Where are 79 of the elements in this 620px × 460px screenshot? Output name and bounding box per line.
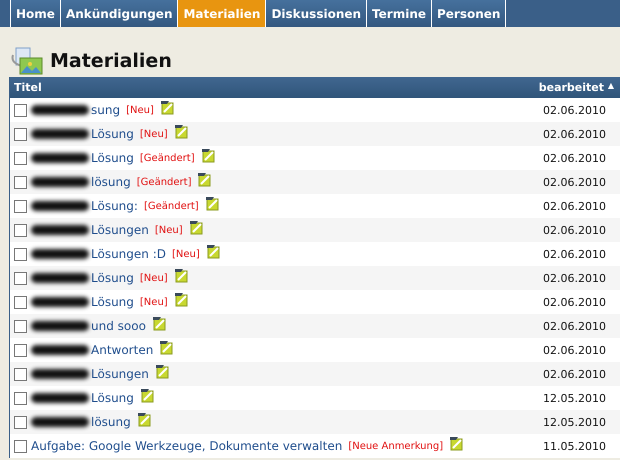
date-cell: 02.06.2010 [543, 296, 606, 308]
date-cell: 12.05.2010 [543, 392, 606, 404]
edit-icon[interactable] [152, 316, 167, 330]
status-tag: [Neu] [140, 296, 168, 308]
date-cell: 02.06.2010 [543, 200, 606, 212]
nav-tab[interactable]: Personen [432, 0, 506, 27]
material-link[interactable]: Aufgabe: Google Werkzeuge, Dokumente verwalten [31, 439, 342, 453]
column-header[interactable]: Titel [14, 81, 42, 94]
date-cell: 02.06.2010 [543, 272, 606, 284]
checkbox[interactable] [14, 344, 27, 356]
date-cell: 02.06.2010 [543, 320, 606, 332]
edit-icon[interactable] [200, 148, 216, 162]
material-link[interactable]: Antworten [91, 343, 154, 357]
checkbox[interactable] [14, 248, 27, 260]
checkbox[interactable] [14, 416, 27, 428]
status-tag: [Geändert] [144, 200, 199, 212]
date-cell: 12.05.2010 [543, 416, 606, 428]
checkbox[interactable] [14, 224, 27, 236]
edit-icon[interactable] [174, 124, 189, 138]
date-cell: 02.06.2010 [543, 248, 606, 260]
date-cell: 02.06.2010 [543, 104, 606, 116]
edit-icon[interactable] [204, 196, 220, 210]
material-link[interactable]: Lösungen [91, 367, 149, 381]
date-cell: 02.06.2010 [543, 176, 606, 188]
checkbox[interactable] [14, 320, 27, 332]
edit-icon[interactable] [174, 268, 189, 282]
edit-icon[interactable] [174, 292, 189, 306]
material-link[interactable]: Lösungen [91, 223, 149, 237]
date-cell: 11.05.2010 [543, 440, 606, 452]
edit-icon[interactable] [154, 364, 170, 378]
checkbox[interactable] [14, 296, 27, 308]
date-cell: 02.06.2010 [543, 152, 606, 164]
date-cell: 02.06.2010 [543, 224, 606, 236]
checkbox[interactable] [14, 440, 27, 452]
status-tag: [Neu] [140, 272, 168, 284]
nav-tab[interactable]: Termine [367, 0, 432, 27]
checkbox[interactable] [14, 176, 27, 188]
checkbox[interactable] [14, 392, 27, 404]
checkbox[interactable] [14, 368, 27, 380]
checkbox[interactable] [14, 128, 27, 140]
status-tag: [Neu] [126, 104, 154, 116]
material-link[interactable]: Lösung [91, 271, 134, 285]
status-tag: [Neue Anmerkung] [348, 440, 444, 452]
material-link[interactable]: lösung [91, 415, 131, 429]
material-link[interactable]: lösung [91, 175, 131, 189]
edit-icon[interactable] [159, 340, 174, 354]
checkbox[interactable] [14, 272, 27, 284]
edit-icon[interactable] [197, 172, 212, 186]
material-link[interactable]: Lösung [91, 295, 134, 309]
status-tag: [Geändert] [140, 152, 195, 164]
material-link[interactable]: Lösung: [91, 199, 138, 213]
checkbox[interactable] [14, 200, 27, 212]
edit-icon[interactable] [449, 436, 464, 450]
materials-icon [10, 47, 44, 75]
edit-icon[interactable] [136, 412, 152, 426]
edit-icon[interactable] [188, 220, 204, 234]
checkbox[interactable] [14, 152, 27, 164]
status-tag: [Geändert] [136, 176, 192, 188]
status-tag: [Neu] [140, 128, 168, 140]
edit-icon[interactable] [160, 100, 175, 114]
material-link[interactable]: und sooo [91, 319, 146, 333]
date-cell: 02.06.2010 [543, 344, 606, 356]
material-link[interactable]: Lösung [91, 151, 134, 165]
date-cell: 02.06.2010 [543, 128, 606, 140]
page-title: Materialien [50, 50, 172, 72]
material-link[interactable]: Lösung [91, 127, 134, 141]
edit-icon[interactable] [206, 244, 221, 258]
material-link[interactable]: Lösung [91, 391, 134, 405]
status-tag: [Neu] [172, 248, 200, 260]
nav-tab[interactable]: Home [10, 0, 61, 27]
material-link[interactable]: sung [91, 103, 120, 117]
edit-icon[interactable] [140, 388, 155, 402]
date-cell: 02.06.2010 [543, 368, 606, 380]
status-tag: [Neu] [154, 224, 183, 236]
column-header[interactable]: bearbeitet ▲ [538, 81, 614, 94]
nav-tab[interactable]: Ankündigungen [60, 0, 178, 27]
material-link[interactable]: Lösungen :D [91, 247, 166, 261]
checkbox[interactable] [14, 104, 27, 116]
nav-tab[interactable]: Diskussionen [266, 0, 368, 27]
